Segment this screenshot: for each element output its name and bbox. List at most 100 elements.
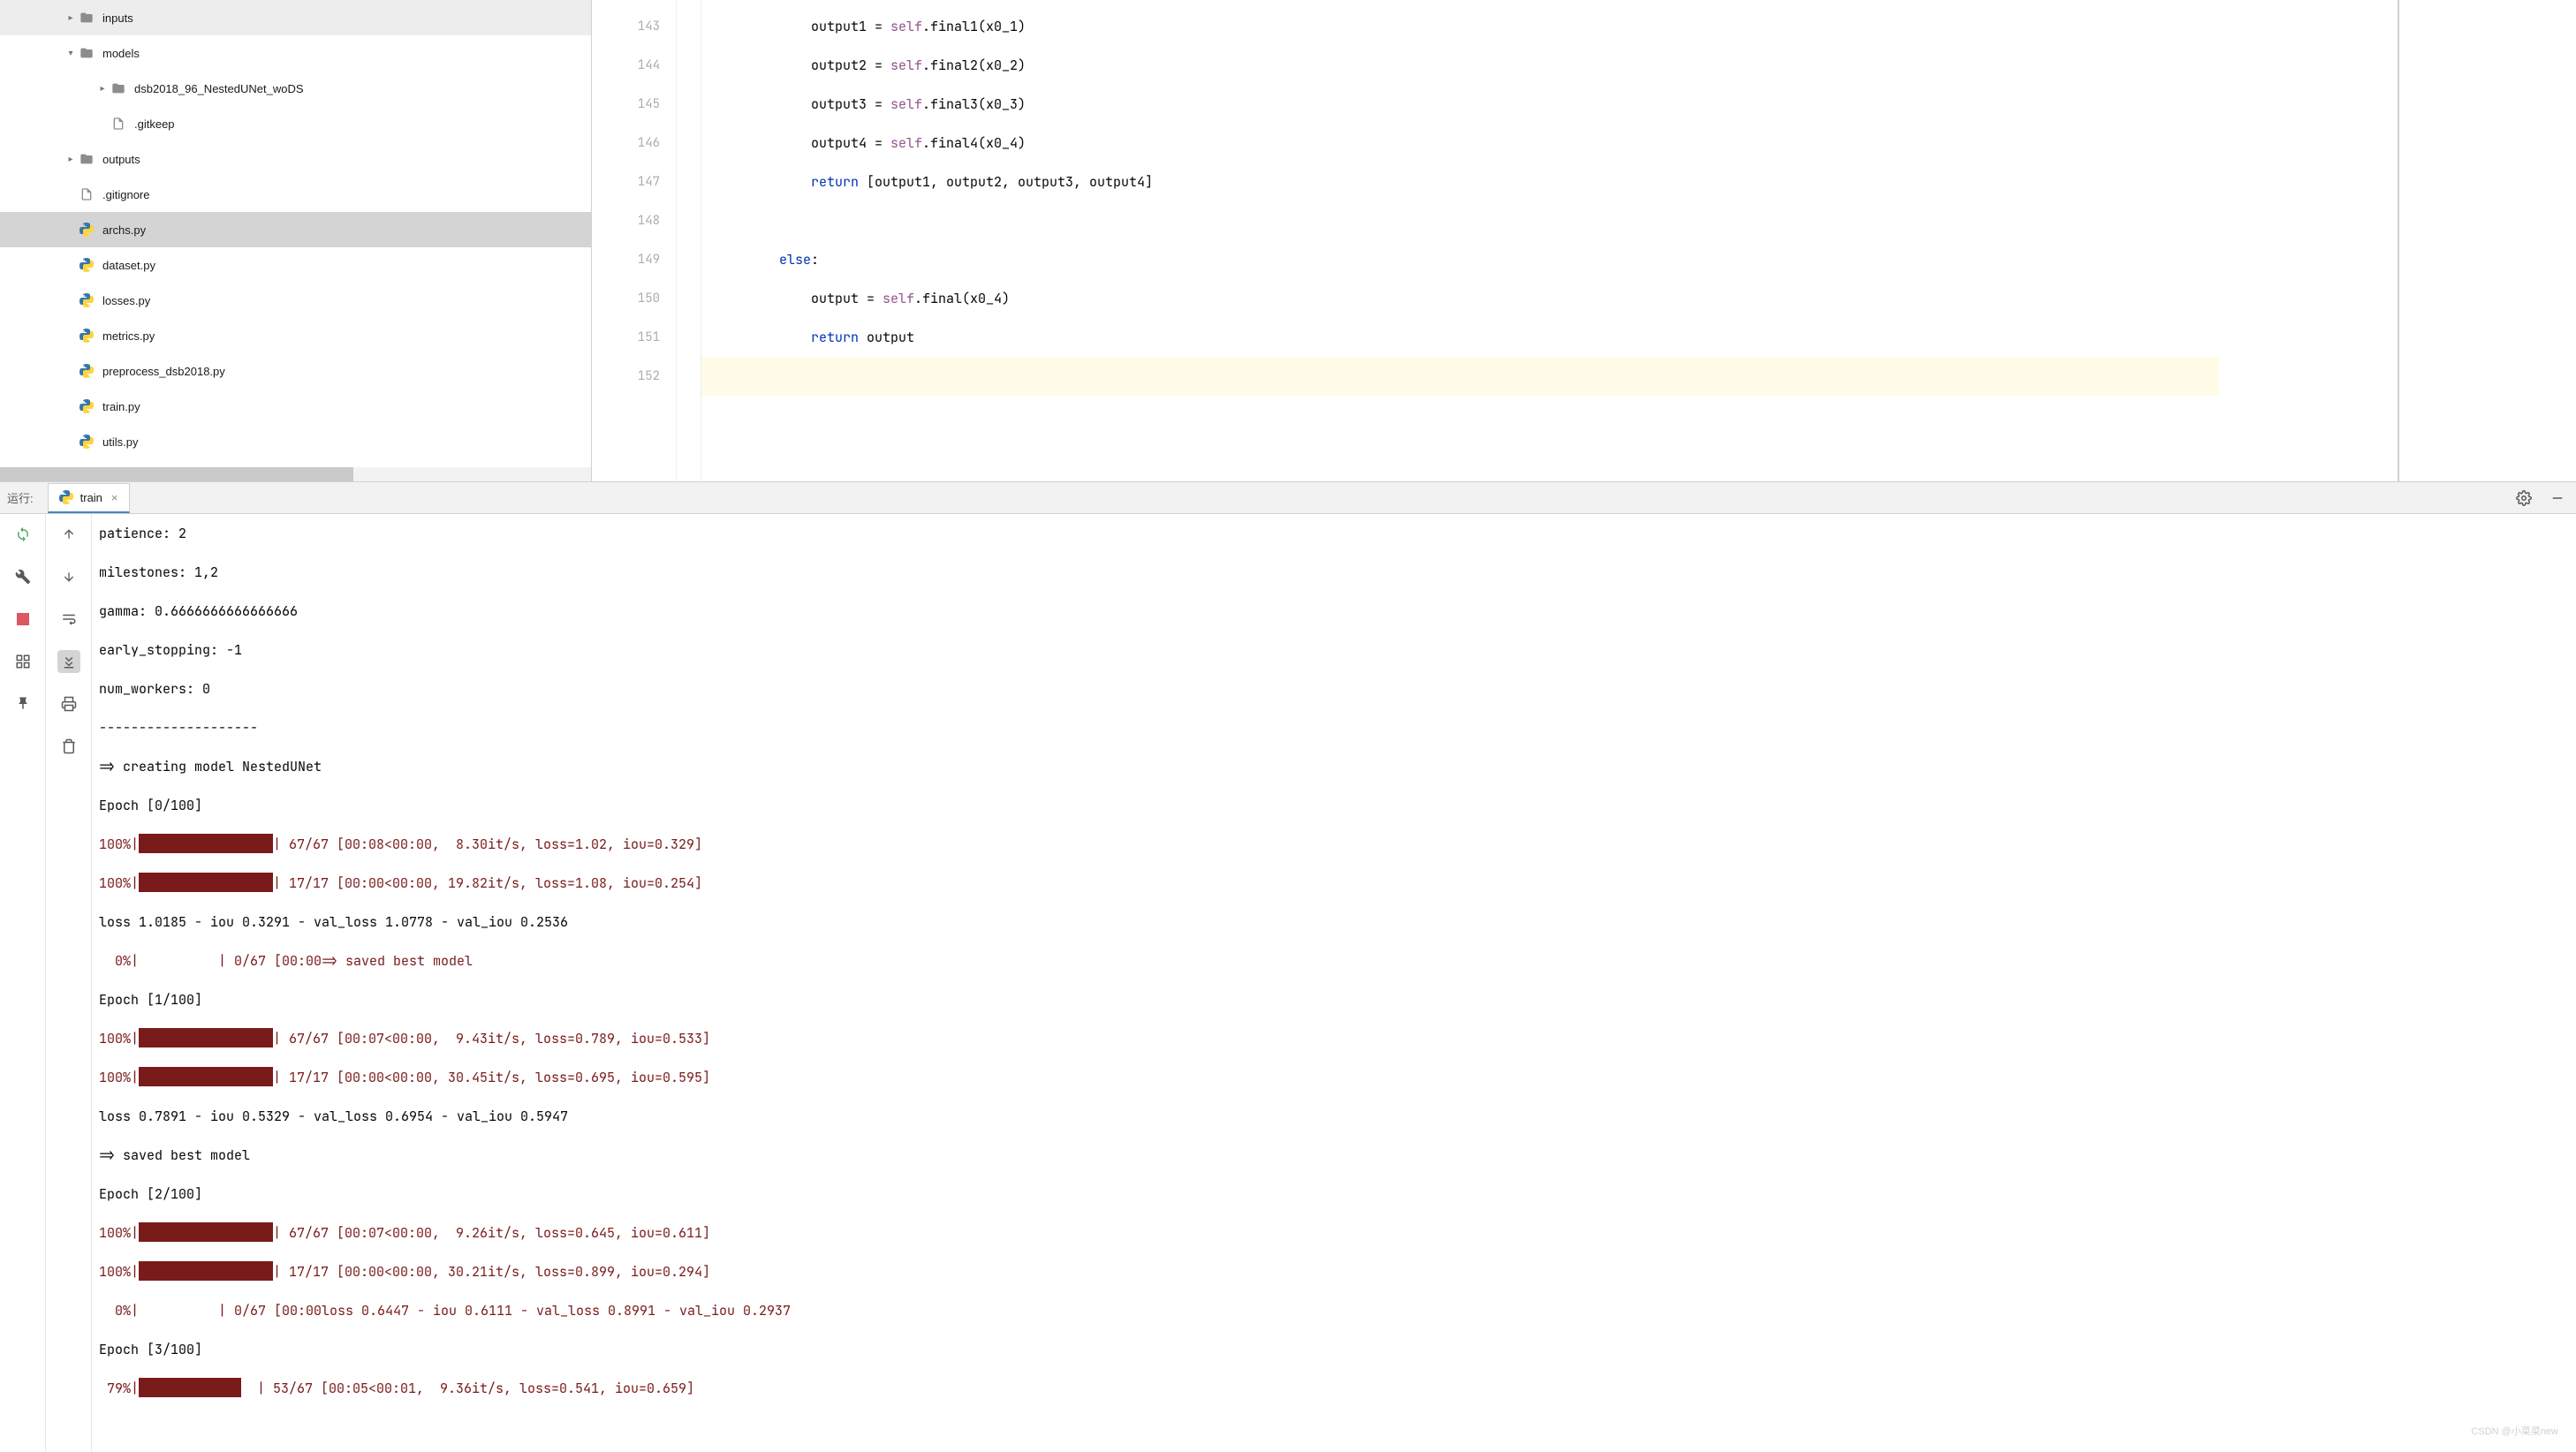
- code-line[interactable]: [701, 357, 2219, 396]
- chevron-icon[interactable]: [64, 223, 78, 237]
- run-header-label: 运行:: [7, 489, 34, 506]
- tree-item-losses-py[interactable]: losses.py: [0, 283, 591, 318]
- chevron-icon[interactable]: ▾: [64, 46, 78, 60]
- console-line: num_workers: 0: [99, 669, 2576, 708]
- down-arrow-icon[interactable]: [57, 565, 80, 588]
- tree-item-label: dsb2018_96_NestedUNet_woDS: [134, 82, 304, 95]
- close-icon[interactable]: ×: [111, 491, 118, 504]
- code-line[interactable]: return [output1, output2, output3, outpu…: [701, 163, 2219, 201]
- pin-icon[interactable]: [11, 692, 34, 715]
- folder-icon: [78, 9, 95, 26]
- file-icon: [110, 115, 127, 132]
- console-line: Epoch [2/100]: [99, 1175, 2576, 1214]
- chevron-icon[interactable]: [64, 329, 78, 343]
- watermark: CSDN @小菜菜new: [2471, 1424, 2558, 1438]
- python-file-icon: [78, 291, 95, 309]
- chevron-icon[interactable]: ▸: [64, 11, 78, 25]
- line-number: 150: [592, 279, 660, 318]
- python-file-icon: [78, 362, 95, 380]
- python-file-icon: [78, 327, 95, 344]
- editor-code-area[interactable]: output1 = self.final1(x0_1) output2 = se…: [701, 0, 2219, 481]
- line-number: 152: [592, 357, 660, 396]
- stop-icon[interactable]: [11, 608, 34, 631]
- python-file-icon: [78, 221, 95, 238]
- print-icon[interactable]: [57, 692, 80, 715]
- wrench-icon[interactable]: [11, 565, 34, 588]
- tree-item--gitkeep[interactable]: .gitkeep: [0, 106, 591, 141]
- tree-item-label: losses.py: [102, 294, 150, 307]
- folder-icon: [78, 150, 95, 168]
- chevron-icon[interactable]: [64, 187, 78, 201]
- trash-icon[interactable]: [57, 735, 80, 758]
- tree-item-label: .gitkeep: [134, 117, 175, 131]
- python-file-icon: [78, 256, 95, 274]
- tree-item-dsb2018-96-nestedunet-wods[interactable]: ▸ dsb2018_96_NestedUNet_woDS: [0, 71, 591, 106]
- console-line: early_stopping: -1: [99, 631, 2576, 669]
- chevron-icon[interactable]: [64, 399, 78, 413]
- chevron-icon[interactable]: ▸: [64, 152, 78, 166]
- tree-item-metrics-py[interactable]: metrics.py: [0, 318, 591, 353]
- chevron-icon[interactable]: [64, 364, 78, 378]
- code-editor[interactable]: 143144145146147148149150151152 output1 =…: [592, 0, 2576, 481]
- progress-bar: [139, 873, 273, 892]
- console-line: 100%|| 67/67 [00:08<00:00, 8.30it/s, los…: [99, 825, 2576, 864]
- tree-item-archs-py[interactable]: archs.py: [0, 212, 591, 247]
- tree-item-utils-py[interactable]: utils.py: [0, 424, 591, 459]
- line-number: 151: [592, 318, 660, 357]
- folder-icon: [110, 79, 127, 97]
- run-tab-train[interactable]: train ×: [48, 483, 130, 513]
- console-line: => saved best model: [99, 1136, 2576, 1175]
- tree-horizontal-scrollbar[interactable]: [0, 467, 591, 481]
- chevron-icon[interactable]: ▸: [95, 81, 110, 95]
- chevron-icon[interactable]: [64, 435, 78, 449]
- code-line[interactable]: return output: [701, 318, 2219, 357]
- console-line: patience: 2: [99, 514, 2576, 553]
- project-tree[interactable]: ▸ inputs ▾ models ▸ dsb2018_96_NestedUNet_woD…: [0, 0, 592, 481]
- line-number: 149: [592, 240, 660, 279]
- tree-item-label: .gitignore: [102, 188, 149, 201]
- scroll-to-end-icon[interactable]: [57, 650, 80, 673]
- tree-item-inputs[interactable]: ▸ inputs: [0, 0, 591, 35]
- console-line: 100%|| 67/67 [00:07<00:00, 9.26it/s, los…: [99, 1214, 2576, 1252]
- progress-bar: [139, 1067, 273, 1086]
- soft-wrap-icon[interactable]: [57, 608, 80, 631]
- console-line: => creating model NestedUNet: [99, 747, 2576, 786]
- file-icon: [78, 185, 95, 203]
- progress-bar: [139, 1222, 273, 1242]
- code-line[interactable]: output = self.final(x0_4): [701, 279, 2219, 318]
- code-line[interactable]: [701, 201, 2219, 240]
- code-line[interactable]: else:: [701, 240, 2219, 279]
- layout-icon[interactable]: [11, 650, 34, 673]
- chevron-icon[interactable]: [64, 293, 78, 307]
- rerun-icon[interactable]: [11, 523, 34, 546]
- tree-item-outputs[interactable]: ▸ outputs: [0, 141, 591, 177]
- minimize-icon[interactable]: [2546, 487, 2569, 510]
- python-icon: [59, 490, 73, 504]
- tree-item-train-py[interactable]: train.py: [0, 389, 591, 424]
- run-left-toolbar-2: [46, 514, 92, 1452]
- tree-item-preprocess-dsb2018-py[interactable]: preprocess_dsb2018.py: [0, 353, 591, 389]
- tree-item-label: inputs: [102, 11, 133, 25]
- line-number: 144: [592, 46, 660, 85]
- editor-fold-column[interactable]: [677, 0, 701, 481]
- progress-bar: [139, 834, 273, 853]
- code-line[interactable]: output4 = self.final4(x0_4): [701, 124, 2219, 163]
- chevron-icon[interactable]: [64, 258, 78, 272]
- line-number: 148: [592, 201, 660, 240]
- code-line[interactable]: output3 = self.final3(x0_3): [701, 85, 2219, 124]
- editor-gutter: 143144145146147148149150151152: [592, 0, 677, 481]
- gear-icon[interactable]: [2512, 487, 2535, 510]
- tree-item-label: models: [102, 47, 140, 60]
- tree-item--gitignore[interactable]: .gitignore: [0, 177, 591, 212]
- code-line[interactable]: output2 = self.final2(x0_2): [701, 46, 2219, 85]
- up-arrow-icon[interactable]: [57, 523, 80, 546]
- tree-item-models[interactable]: ▾ models: [0, 35, 591, 71]
- tree-item-label: archs.py: [102, 223, 146, 237]
- tree-item-label: outputs: [102, 153, 140, 166]
- code-line[interactable]: output1 = self.final1(x0_1): [701, 7, 2219, 46]
- tree-item-dataset-py[interactable]: dataset.py: [0, 247, 591, 283]
- console-output[interactable]: patience: 2milestones: 1,2gamma: 0.66666…: [92, 514, 2576, 1452]
- console-line: 100%|| 67/67 [00:07<00:00, 9.43it/s, los…: [99, 1019, 2576, 1058]
- chevron-icon[interactable]: [95, 117, 110, 131]
- run-left-toolbar-1: [0, 514, 46, 1452]
